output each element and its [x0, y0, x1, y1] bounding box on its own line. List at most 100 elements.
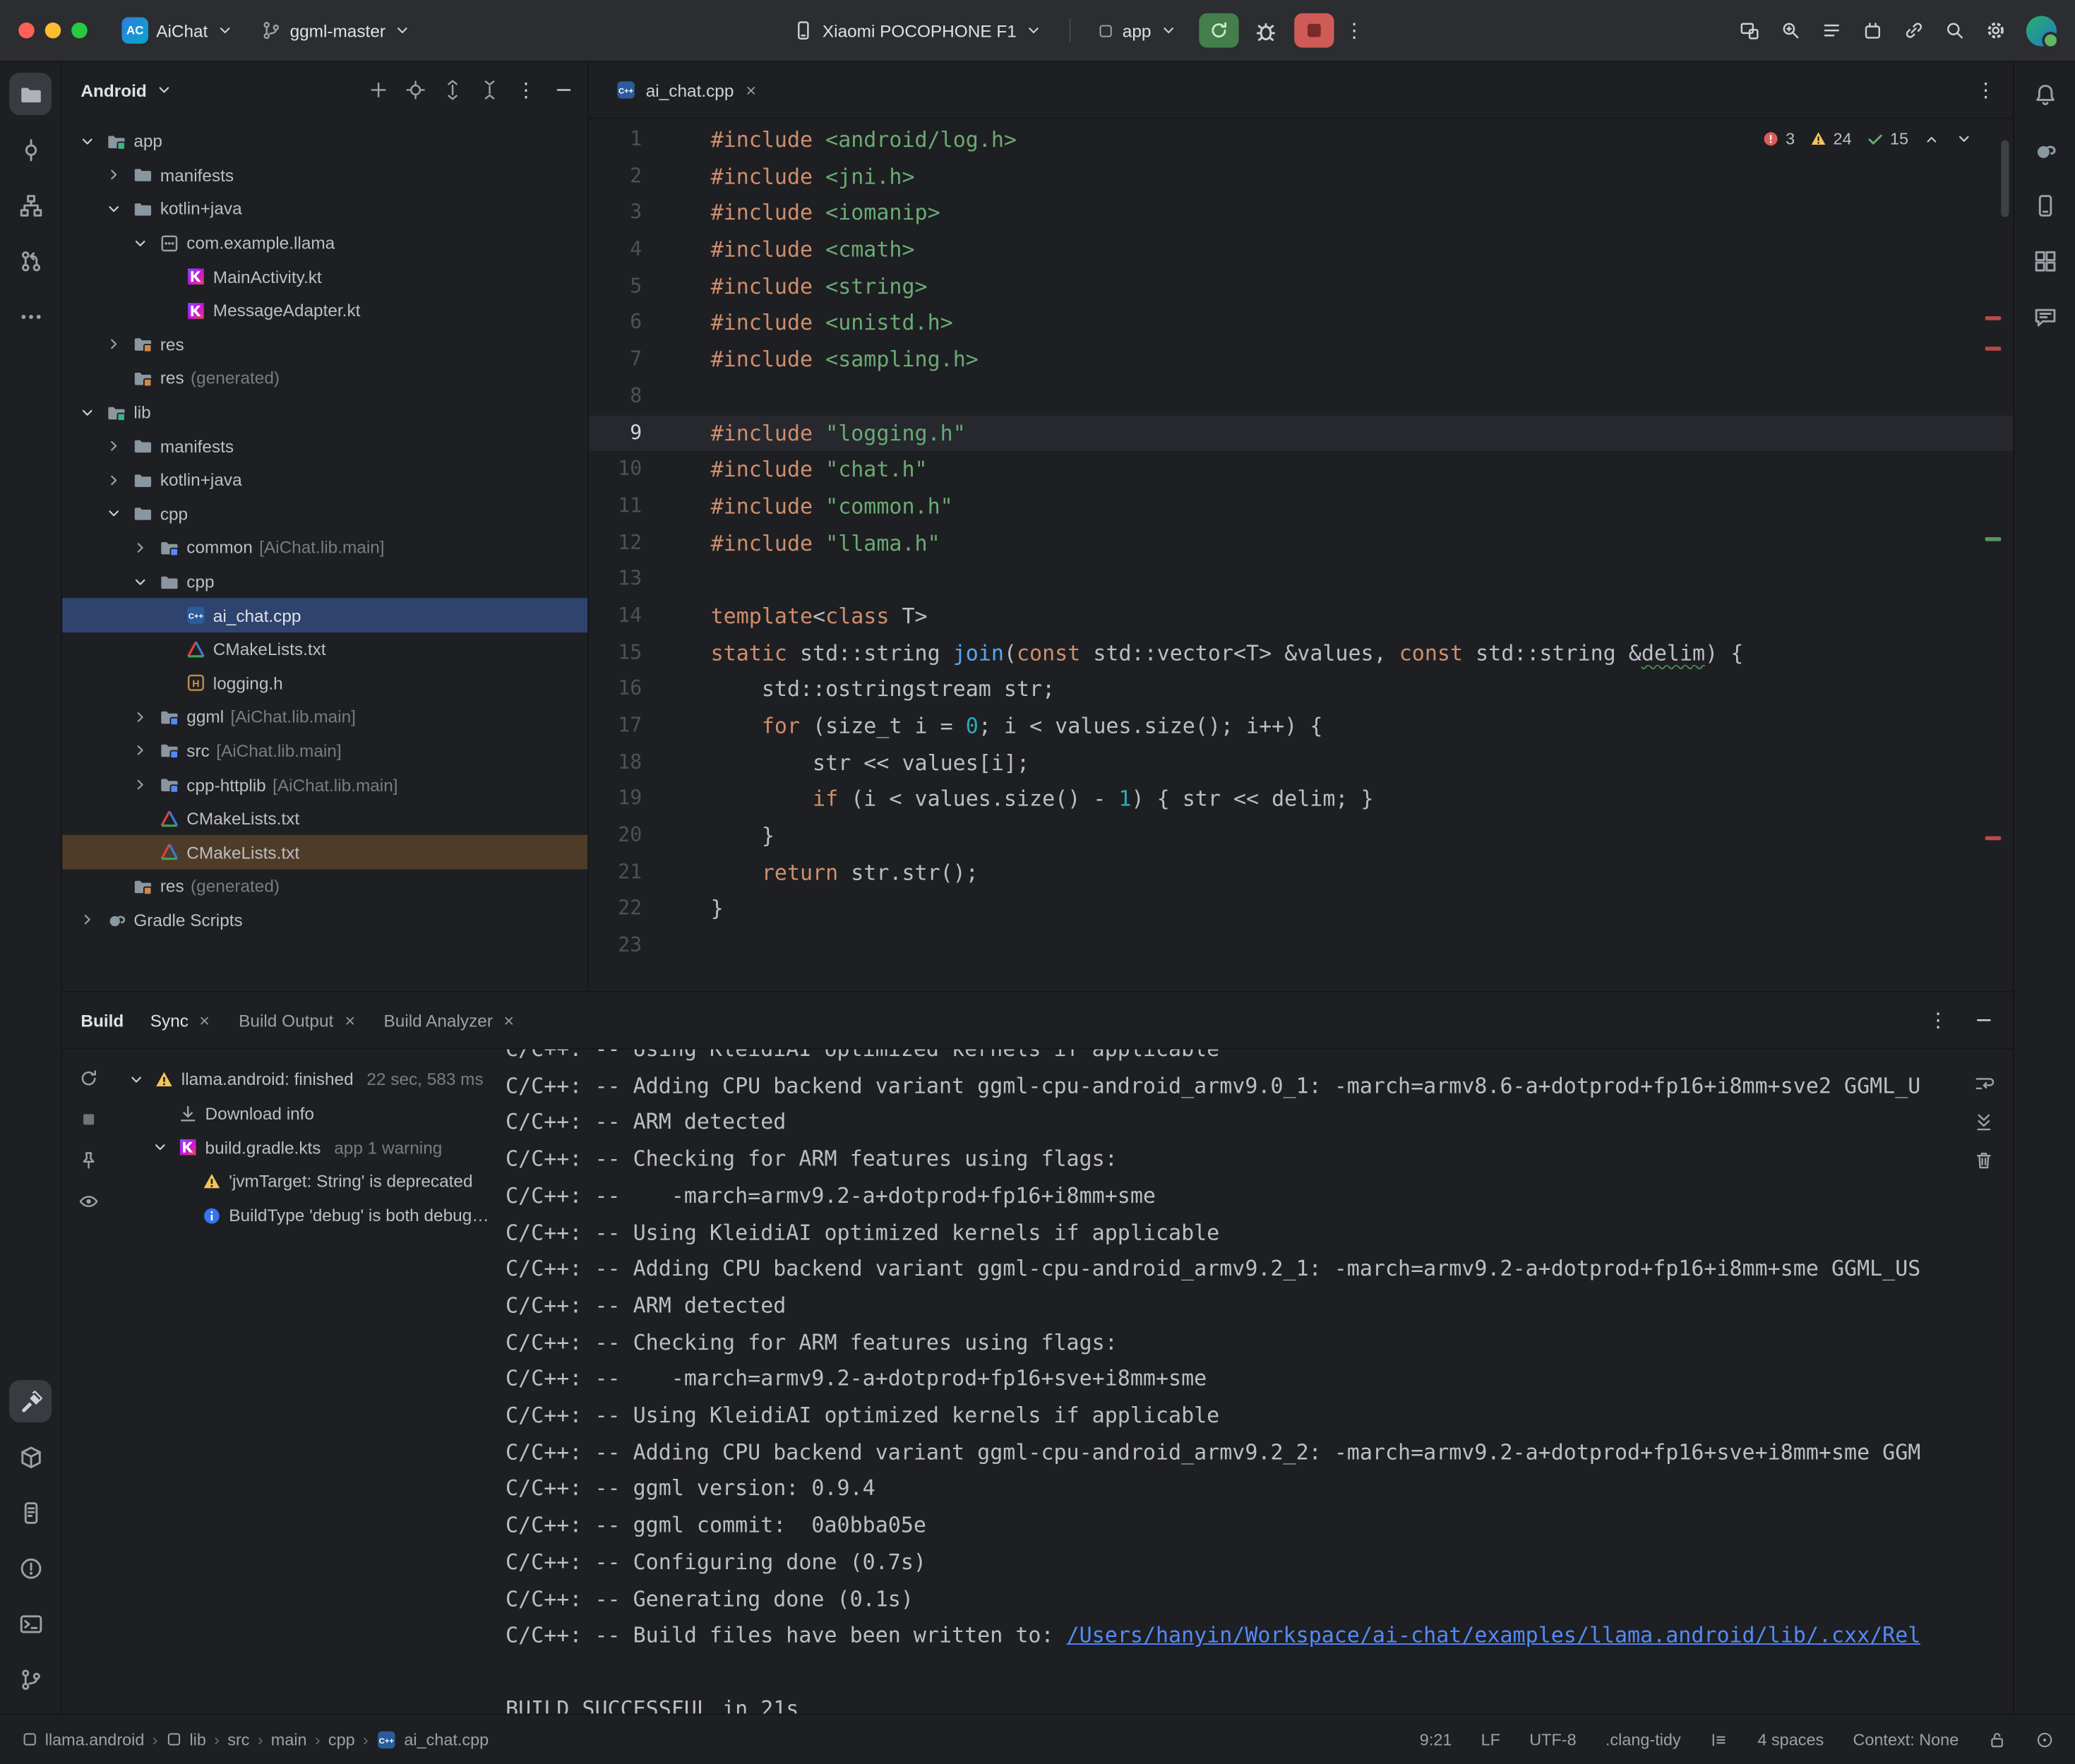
chevron-right-icon[interactable] — [128, 776, 153, 794]
add-icon[interactable] — [368, 79, 389, 100]
rerun-sync-icon[interactable] — [78, 1068, 100, 1089]
line-number[interactable]: 19 — [589, 781, 642, 818]
code-inspection-icon[interactable] — [1780, 20, 1801, 41]
breadcrumb-item-lib[interactable]: lib — [166, 1730, 206, 1748]
stop-button[interactable] — [1294, 13, 1334, 48]
device-mirroring-icon[interactable] — [1739, 20, 1760, 41]
code-line-21[interactable]: 21 return str.str(); — [589, 854, 2013, 891]
project-tree-item-kotlin-java[interactable]: kotlin+java — [62, 463, 587, 497]
change-stripe-mark[interactable] — [1985, 537, 2001, 541]
run-configuration-selector[interactable]: app — [1087, 16, 1188, 46]
chevron-down-icon[interactable] — [150, 1138, 171, 1156]
close-window-button[interactable] — [18, 23, 34, 38]
more-run-options-button[interactable]: ⋮ — [1344, 18, 1365, 42]
code-line-7[interactable]: 7#include <sampling.h> — [589, 342, 2013, 378]
code-line-5[interactable]: 5#include <string> — [589, 268, 2013, 305]
notifications-bell-icon[interactable] — [2023, 73, 2066, 115]
chevron-down-icon[interactable] — [128, 234, 153, 252]
project-tree-item-cmakelists-txt[interactable]: CMakeLists.txt — [62, 632, 587, 666]
close-tab-icon[interactable] — [342, 1013, 357, 1028]
build-tree-item[interactable]: BuildType 'debug' is both debuggable — [115, 1199, 491, 1232]
zoom-window-button[interactable] — [71, 23, 87, 38]
chevron-down-icon[interactable] — [102, 505, 126, 523]
structure-tool-button[interactable] — [9, 184, 52, 227]
project-tree-item-ai-chat-cpp[interactable]: C++ai_chat.cpp — [62, 599, 587, 632]
task-list-icon[interactable] — [1821, 20, 1842, 41]
line-number[interactable]: 14 — [589, 598, 642, 635]
line-number[interactable]: 8 — [589, 378, 642, 415]
code-line-4[interactable]: 4#include <cmath> — [589, 232, 2013, 268]
packages-tool-button[interactable] — [9, 1436, 52, 1478]
soft-wrap-icon[interactable] — [1973, 1073, 1995, 1094]
code-line-23[interactable]: 23 — [589, 928, 2013, 964]
file-encoding[interactable]: UTF-8 — [1529, 1730, 1576, 1748]
build-tab-build-analyzer[interactable]: Build Analyzer — [384, 1010, 517, 1030]
breadcrumb-item-src[interactable]: src — [227, 1730, 249, 1748]
project-tree-item-logging-h[interactable]: Hlogging.h — [62, 666, 587, 700]
expand-all-icon[interactable] — [442, 79, 463, 100]
inspections-widget[interactable]: 3 24 15 — [1762, 130, 1973, 148]
code-line-9[interactable]: 9#include "logging.h" — [589, 415, 2013, 452]
terminal-tool-button[interactable] — [9, 1602, 52, 1645]
project-tree-item-gradle-scripts[interactable]: Gradle Scripts — [62, 904, 587, 937]
project-tree-item-messageadapter-kt[interactable]: MessageAdapter.kt — [62, 294, 587, 328]
code-line-12[interactable]: 12#include "llama.h" — [589, 524, 2013, 561]
line-number[interactable]: 3 — [589, 195, 642, 232]
build-window-title[interactable]: Build — [80, 1010, 124, 1030]
build-output-path-link[interactable]: /Users/hanyin/Workspace/ai-chat/examples… — [1067, 1623, 1920, 1648]
close-tab-icon[interactable] — [198, 1013, 213, 1028]
line-number[interactable]: 18 — [589, 745, 642, 781]
project-tree-item-manifests[interactable]: manifests — [62, 158, 587, 192]
code-line-3[interactable]: 3#include <iomanip> — [589, 195, 2013, 232]
line-number[interactable]: 11 — [589, 488, 642, 524]
app-quality-insights-tool-button[interactable] — [2023, 295, 2066, 337]
chevron-right-icon[interactable] — [102, 166, 126, 184]
project-tool-button[interactable] — [9, 73, 52, 115]
editor-options-icon[interactable]: ⋮ — [1976, 78, 1997, 102]
line-number[interactable]: 1 — [589, 121, 642, 158]
chevron-right-icon[interactable] — [128, 742, 153, 760]
line-number[interactable]: 10 — [589, 452, 642, 488]
build-tab-build-output[interactable]: Build Output — [239, 1010, 357, 1030]
project-tree-item-app[interactable]: app — [62, 124, 587, 158]
code-line-6[interactable]: 6#include <unistd.h> — [589, 305, 2013, 342]
project-tree-item-common[interactable]: common [AiChat.lib.main] — [62, 531, 587, 565]
close-tab-icon[interactable] — [743, 83, 758, 97]
pin-tab-icon[interactable] — [78, 1150, 100, 1171]
vcs-branch-widget[interactable]: ggml-master — [250, 15, 422, 47]
code-line-2[interactable]: 2#include <jni.h> — [589, 158, 2013, 195]
commit-tool-button[interactable] — [9, 128, 52, 171]
previous-problem-icon[interactable] — [1923, 131, 1940, 148]
code-line-17[interactable]: 17 for (size_t i = 0; i < values.size();… — [589, 708, 2013, 745]
code-line-10[interactable]: 10#include "chat.h" — [589, 452, 2013, 488]
chevron-right-icon[interactable] — [128, 539, 153, 557]
line-number[interactable]: 13 — [589, 561, 642, 598]
build-options-icon[interactable]: ⋮ — [1928, 1008, 1949, 1032]
project-tree-item-src[interactable]: src [AiChat.lib.main] — [62, 734, 587, 768]
line-number[interactable]: 12 — [589, 524, 642, 561]
error-indicator-icon[interactable] — [2035, 1730, 2054, 1748]
lock-icon[interactable] — [1987, 1730, 2006, 1748]
chevron-down-icon[interactable] — [155, 80, 173, 99]
chevron-right-icon[interactable] — [102, 335, 126, 354]
chevron-down-icon[interactable] — [76, 132, 100, 150]
line-number[interactable]: 15 — [589, 635, 642, 671]
project-tree-item-cmakelists-txt[interactable]: CMakeLists.txt — [62, 836, 587, 870]
chevron-down-icon[interactable] — [128, 572, 153, 591]
code-editor[interactable]: 1#include <android/log.h>2#include <jni.… — [589, 119, 2013, 991]
build-tree-item[interactable]: build.gradle.ktsapp 1 warning — [115, 1131, 491, 1165]
close-tab-icon[interactable] — [502, 1013, 517, 1028]
build-tool-button[interactable] — [9, 1380, 52, 1422]
project-tree-item-cmakelists-txt[interactable]: CMakeLists.txt — [62, 802, 587, 836]
project-tree-item-kotlin-java[interactable]: kotlin+java — [62, 192, 587, 226]
line-number[interactable]: 16 — [589, 671, 642, 708]
line-number[interactable]: 5 — [589, 268, 642, 305]
resource-manager-tool-button[interactable] — [2023, 239, 2066, 282]
build-tree-item[interactable]: llama.android: finished22 sec, 583 ms — [115, 1062, 491, 1096]
project-options-icon[interactable]: ⋮ — [516, 78, 537, 102]
device-manager-tool-button[interactable] — [2023, 184, 2066, 227]
project-tree-item-res[interactable]: res — [62, 328, 587, 361]
code-line-8[interactable]: 8 — [589, 378, 2013, 415]
scroll-to-end-icon[interactable] — [1973, 1112, 1995, 1133]
chevron-right-icon[interactable] — [102, 437, 126, 455]
